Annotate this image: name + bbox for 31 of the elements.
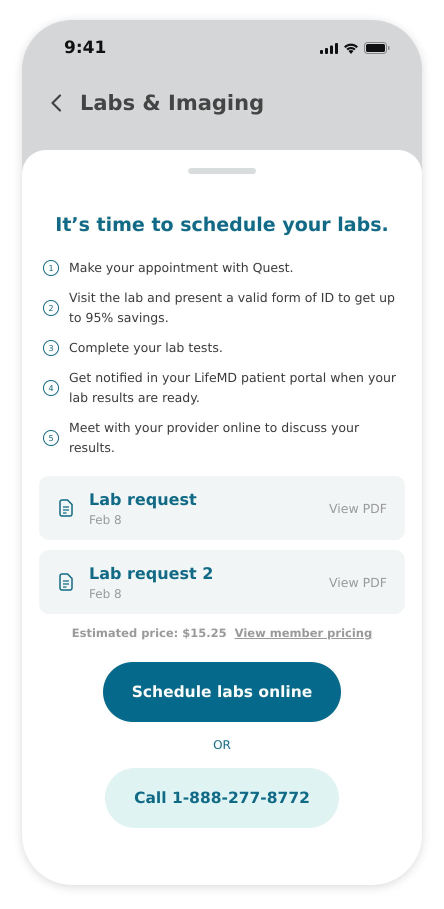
document-card[interactable]: Lab request 2 Feb 8 View PDF xyxy=(39,550,405,614)
member-pricing-link[interactable]: View member pricing xyxy=(234,626,372,640)
step-number: 1 xyxy=(43,260,59,276)
signal-icon xyxy=(320,42,338,54)
call-button[interactable]: Call 1-888-277-8772 xyxy=(105,768,339,828)
step-text: Complete your lab tests. xyxy=(69,339,223,357)
step-number: 5 xyxy=(43,430,59,446)
schedule-button[interactable]: Schedule labs online xyxy=(103,662,341,722)
document-date: Feb 8 xyxy=(89,512,123,526)
document-title: Lab request xyxy=(89,490,198,508)
step-number: 4 xyxy=(43,380,59,396)
document-icon xyxy=(59,573,73,591)
step-number: 2 xyxy=(43,300,59,316)
estimated-price: Estimated price: $15.25 xyxy=(72,626,227,640)
document-card[interactable]: Lab request Feb 8 View PDF xyxy=(39,476,405,540)
screen-title: Labs & Imaging xyxy=(80,91,264,115)
step-text: Meet with your provider online to discuss your results. xyxy=(69,419,360,457)
document-date: Feb 8 xyxy=(89,586,123,600)
back-icon[interactable] xyxy=(50,94,62,112)
sheet-title: It’s time to schedule your labs. xyxy=(55,214,389,236)
battery-icon xyxy=(364,42,390,54)
step-number: 3 xyxy=(43,340,59,356)
status-time: 9:41 xyxy=(64,38,106,58)
or-separator: OR xyxy=(213,738,231,752)
wifi-icon xyxy=(343,42,359,54)
step-text: Get notified in your LifeMD patient portal when your lab results are ready. xyxy=(69,369,398,407)
step-text: Visit the lab and present a valid form of ID to get up to 95% savings. xyxy=(69,289,396,327)
document-icon xyxy=(59,499,73,517)
sheet-handle[interactable] xyxy=(188,168,256,174)
step-text: Make your appointment with Quest. xyxy=(69,259,294,277)
document-title: Lab request 2 xyxy=(89,564,214,582)
